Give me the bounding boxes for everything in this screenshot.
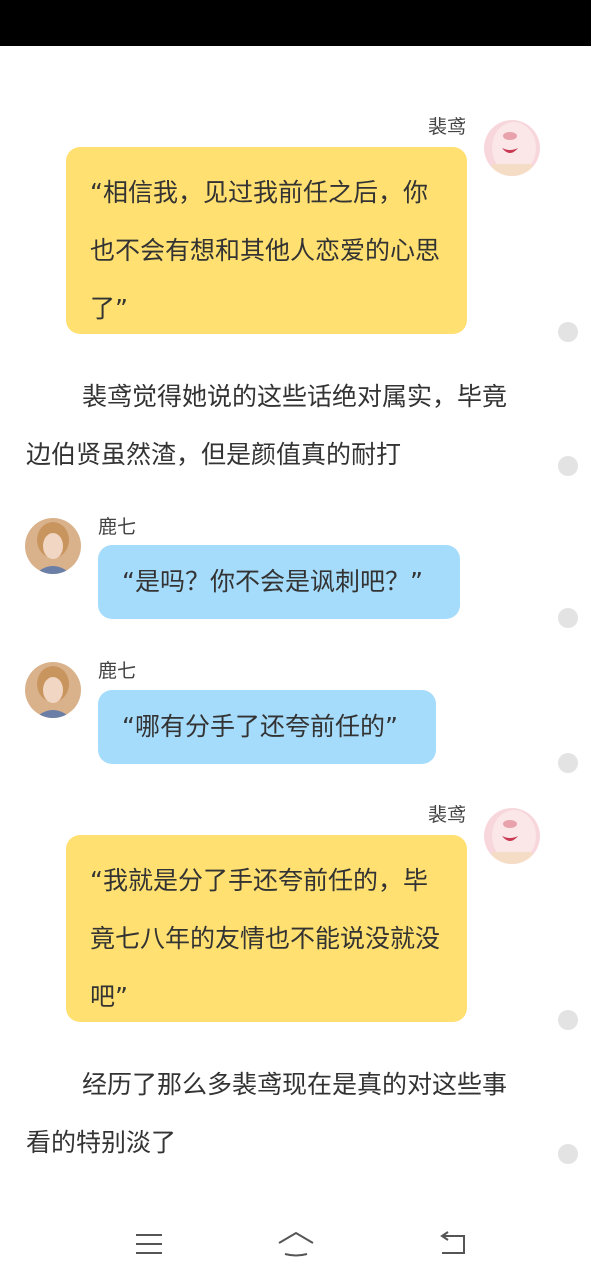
avatar[interactable]	[25, 662, 81, 718]
comment-dot[interactable]	[558, 456, 578, 476]
sender-name: 裴鸢	[427, 116, 466, 138]
menu-icon	[136, 1234, 162, 1254]
narration-paragraph: 经历了那么多裴鸢现在是真的对这些事看的特别淡了	[26, 1070, 508, 1157]
menu-button[interactable]	[129, 1224, 169, 1264]
status-bar	[0, 0, 591, 46]
chat-bubble[interactable]: “我就是分了手还夸前任的，毕竟七八年的友情也不能说没就没吧”	[66, 835, 467, 1022]
avatar[interactable]	[484, 808, 540, 864]
narration-paragraph: 裴鸢觉得她说的这些话绝对属实，毕竟边伯贤虽然渣，但是颜值真的耐打	[26, 382, 508, 469]
comment-dot[interactable]	[558, 608, 578, 628]
comment-dot[interactable]	[558, 1144, 578, 1164]
comment-dot[interactable]	[558, 1010, 578, 1030]
sender-name: 鹿七	[98, 516, 137, 538]
navigation-bar	[0, 1210, 591, 1280]
avatar[interactable]	[484, 120, 540, 176]
back-icon	[440, 1231, 465, 1254]
back-button[interactable]	[432, 1224, 472, 1264]
chat-bubble[interactable]: “哪有分手了还夸前任的”	[98, 690, 436, 764]
comment-dot[interactable]	[558, 322, 578, 342]
home-icon	[278, 1231, 314, 1257]
comment-dot[interactable]	[558, 753, 578, 773]
chat-bubble[interactable]: “相信我，见过我前任之后，你也不会有想和其他人恋爱的心思了”	[66, 147, 467, 334]
home-button[interactable]	[276, 1224, 316, 1264]
chat-bubble[interactable]: “是吗？你不会是讽刺吧？”	[98, 545, 460, 619]
avatar[interactable]	[25, 518, 81, 574]
sender-name: 鹿七	[98, 660, 137, 682]
sender-name: 裴鸢	[427, 804, 466, 826]
